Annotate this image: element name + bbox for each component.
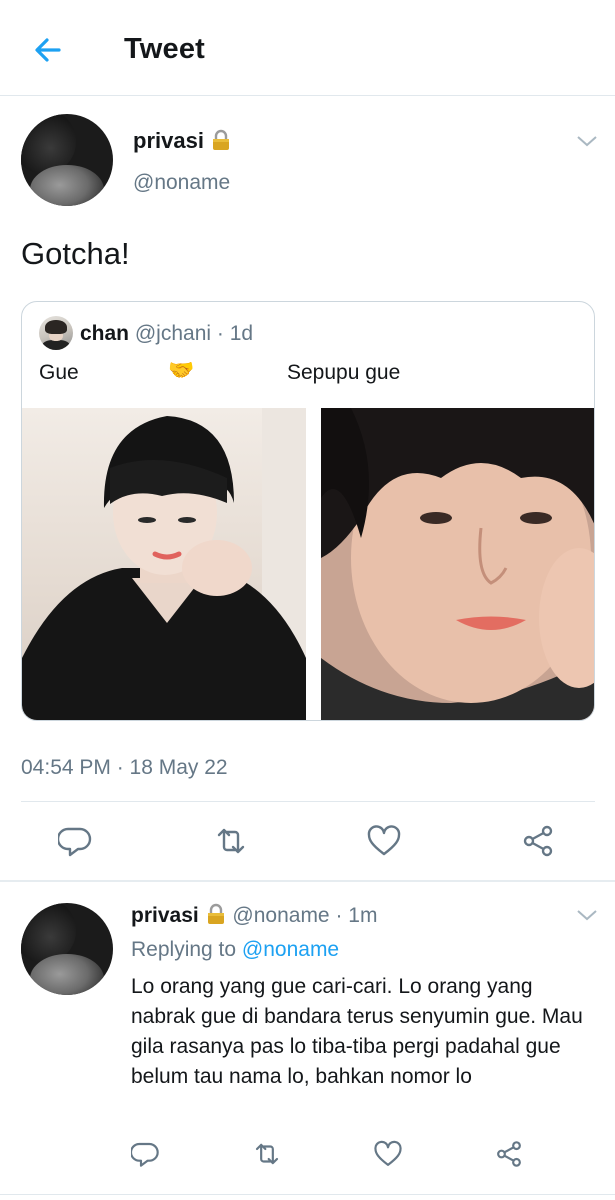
chevron-down-icon[interactable] <box>575 907 599 923</box>
like-icon[interactable] <box>373 1139 403 1169</box>
avatar[interactable] <box>21 114 113 206</box>
back-arrow-icon[interactable] <box>28 30 68 70</box>
display-name[interactable]: privasi <box>133 128 204 153</box>
tweet-timestamp[interactable]: 04:54 PM · 18 May 22 <box>21 756 228 780</box>
retweet-icon[interactable] <box>213 823 249 859</box>
like-icon[interactable] <box>366 823 402 859</box>
reply-icon[interactable] <box>56 823 94 859</box>
reply-handle[interactable]: @noname <box>232 904 329 927</box>
lock-icon <box>210 129 232 157</box>
chevron-down-icon[interactable] <box>575 133 599 149</box>
divider <box>0 1194 615 1195</box>
tweet-text: Gotcha! <box>21 236 130 271</box>
top-app-bar <box>0 0 615 96</box>
quoted-author-line: chan @jchani · 1d <box>80 322 253 346</box>
reply-time: · 1m <box>335 904 378 927</box>
quoted-avatar <box>39 316 73 350</box>
quoted-display-name: chan <box>80 322 130 345</box>
quoted-photo-1[interactable] <box>22 408 306 720</box>
author-line: privasi <box>133 128 232 157</box>
replying-to-label: Replying to <box>131 938 237 961</box>
reply-avatar[interactable] <box>21 903 113 995</box>
reply-display-name[interactable]: privasi <box>131 904 199 927</box>
divider <box>21 801 595 802</box>
quoted-tweet-card[interactable]: chan @jchani · 1d Gue 🤝 Sepupu gue <box>21 301 595 721</box>
page-title: Tweet <box>124 33 206 65</box>
reply-text: Lo orang yang gue cari-cari. Lo orang ya… <box>131 975 583 1088</box>
replying-to-handle[interactable]: @noname <box>242 938 339 961</box>
share-icon[interactable] <box>520 823 556 859</box>
quoted-time: · 1d <box>216 322 254 345</box>
handshake-emoji: 🤝 <box>168 359 195 382</box>
lock-icon <box>205 903 227 931</box>
reply-icon[interactable] <box>130 1139 161 1169</box>
quoted-photo-2[interactable] <box>321 408 594 720</box>
share-icon[interactable] <box>494 1139 524 1169</box>
divider <box>0 880 615 882</box>
replying-to-line: Replying to @noname <box>131 938 339 962</box>
quoted-text-right: Sepupu gue <box>287 361 401 384</box>
quoted-handle: @jchani <box>134 322 212 345</box>
quoted-text-left: Gue <box>39 361 79 384</box>
handle[interactable]: @noname <box>133 171 230 195</box>
reply-author-line: privasi @noname · 1m <box>131 903 377 931</box>
retweet-icon[interactable] <box>252 1139 282 1169</box>
